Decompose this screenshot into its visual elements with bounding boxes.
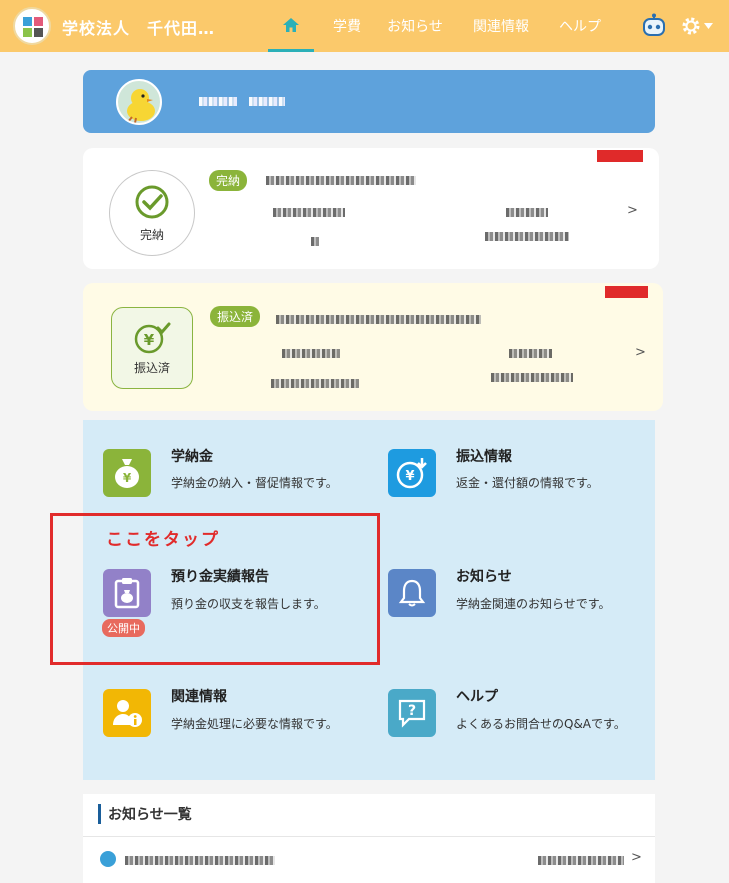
yen-transfer-icon: ¥ xyxy=(396,458,427,489)
nav-news[interactable]: お知らせ xyxy=(380,0,450,52)
amount-value-masked xyxy=(485,232,569,241)
status-pill: 振込済 xyxy=(210,306,261,327)
detail-masked xyxy=(282,349,340,358)
robot-icon[interactable] xyxy=(641,13,667,39)
menu-news-title[interactable]: お知らせ xyxy=(456,566,512,586)
menu-related-info-desc: 学納金処理に必要な情報です。 xyxy=(171,717,338,731)
status-label: 振込済 xyxy=(133,360,170,375)
gear-icon[interactable] xyxy=(680,15,702,37)
amount-label-masked xyxy=(506,208,548,217)
menu-tuition-button[interactable]: ¥ xyxy=(103,449,151,497)
nav-related[interactable]: 関連情報 xyxy=(466,0,536,52)
school-name[interactable]: 学校法人 千代田… xyxy=(62,15,215,39)
home-icon xyxy=(283,17,299,32)
tap-annotation-text: ここをタップ xyxy=(106,530,220,550)
svg-text:¥: ¥ xyxy=(405,469,414,484)
user-id-masked xyxy=(249,97,285,106)
user-info-icon xyxy=(113,700,142,727)
school-logo[interactable] xyxy=(13,7,51,45)
chevron-right-icon: > xyxy=(631,850,642,865)
menu-transfer-desc: 返金・還付額の情報です。 xyxy=(456,476,599,490)
menu-help-button[interactable]: ? xyxy=(388,689,436,737)
news-list-title: お知らせ一覧 xyxy=(98,804,192,824)
menu-help-title[interactable]: ヘルプ xyxy=(456,686,498,706)
question-bubble-icon: ? xyxy=(398,699,426,728)
menu-help-desc: よくあるお問合せのQ&Aです。 xyxy=(456,717,626,731)
news-headline-masked xyxy=(125,856,275,865)
check-circle-icon xyxy=(135,185,169,218)
menu-news-button[interactable] xyxy=(388,569,436,617)
amount-value-masked xyxy=(491,373,573,382)
menu-transfer-button[interactable]: ¥ xyxy=(388,449,436,497)
avatar xyxy=(116,79,162,125)
svg-text:¥: ¥ xyxy=(123,471,132,485)
menu-tuition-title[interactable]: 学納金 xyxy=(171,446,213,466)
yen-check-icon: ¥ xyxy=(134,322,171,353)
status-label: 完納 xyxy=(139,227,164,242)
status-pill: 完納 xyxy=(209,170,248,191)
invoice-title-masked xyxy=(266,176,416,185)
user-name-masked xyxy=(199,97,237,106)
meta-masked xyxy=(311,237,319,246)
user-banner[interactable] xyxy=(83,70,655,133)
news-date-masked xyxy=(538,856,624,865)
info-icon xyxy=(100,851,116,867)
detail-masked xyxy=(273,208,345,217)
status-transferred-box: ¥ 振込済 xyxy=(111,307,193,389)
svg-text:?: ? xyxy=(408,703,416,719)
chevron-right-icon: > xyxy=(627,203,638,218)
news-row[interactable]: > xyxy=(83,836,655,883)
menu-tuition-desc: 学納金の納入・督促情報です。 xyxy=(171,476,338,490)
money-bag-icon: ¥ xyxy=(115,459,139,488)
amount-label-masked xyxy=(509,349,552,358)
duck-icon xyxy=(127,89,155,123)
nav-tuition[interactable]: 学費 xyxy=(322,0,372,52)
svg-text:¥: ¥ xyxy=(144,331,155,349)
payment-card-transferred[interactable]: ¥ 振込済 振込済 > xyxy=(83,283,663,411)
date-masked xyxy=(271,379,359,388)
menu-news-desc: 学納金関連のお知らせです。 xyxy=(456,597,611,611)
chevron-right-icon: > xyxy=(635,345,646,360)
chevron-down-icon[interactable] xyxy=(704,23,713,29)
payment-card-complete[interactable]: 完納 完納 > xyxy=(83,148,659,269)
news-list: お知らせ一覧 > xyxy=(83,794,655,883)
new-tag xyxy=(597,150,643,162)
menu-transfer-title[interactable]: 振込情報 xyxy=(456,446,512,466)
bell-icon xyxy=(398,579,426,607)
menu-related-info-button[interactable] xyxy=(103,689,151,737)
nav-help[interactable]: ヘルプ xyxy=(550,0,610,52)
status-complete-box: 完納 xyxy=(109,170,195,256)
menu-related-info-title[interactable]: 関連情報 xyxy=(171,686,227,706)
invoice-title-masked xyxy=(276,315,481,324)
nav-home[interactable] xyxy=(268,0,314,52)
app-header: 学校法人 千代田… 学費 お知らせ 関連情報 ヘルプ xyxy=(0,0,729,52)
new-tag xyxy=(605,286,648,298)
